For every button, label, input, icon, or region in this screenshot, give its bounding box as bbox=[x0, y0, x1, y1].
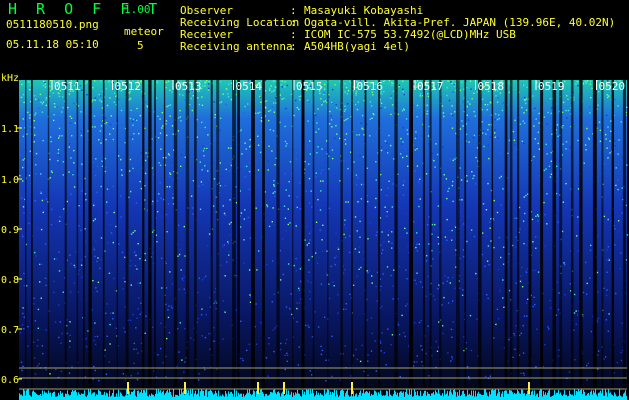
time-tick-label: 0512 bbox=[115, 80, 142, 93]
frequency-tick-label: 0.8 bbox=[1, 275, 19, 286]
time-tick-label: 0511 bbox=[54, 80, 81, 93]
frequency-tick-label: 0.9 bbox=[1, 225, 19, 236]
time-tick-label: 0518 bbox=[478, 80, 505, 93]
time-tick-label: 0514 bbox=[236, 80, 263, 93]
time-tick-label: 0513 bbox=[175, 80, 202, 93]
spectrogram-panel: 0511 0512 0513 0514 0515 0516 0517 0518 0519 0520… bbox=[0, 80, 629, 400]
frequency-tick-label: 0.7 bbox=[1, 325, 19, 336]
meteor-marker bbox=[257, 382, 259, 394]
meteor-marker bbox=[351, 382, 353, 394]
time-tick-label: 0515 bbox=[296, 80, 323, 93]
meteor-marker bbox=[528, 382, 530, 394]
frequency-tick-label: 1.0 bbox=[1, 175, 19, 186]
frequency-tick-label: 1.1 bbox=[1, 124, 19, 135]
frequency-unit-label: kHz bbox=[1, 73, 20, 84]
time-tick-label: 0517 bbox=[417, 80, 444, 93]
meteor-marker bbox=[127, 382, 129, 394]
frequency-tick-label: 0.6 bbox=[1, 375, 19, 386]
time-tick-label: 0520 bbox=[599, 80, 626, 93]
meteor-marker bbox=[283, 382, 285, 394]
spectrogram-background bbox=[19, 80, 627, 400]
time-tick-label: 0519 bbox=[538, 80, 565, 93]
meteor-marker bbox=[184, 382, 186, 394]
time-tick-label: 0516 bbox=[357, 80, 384, 93]
